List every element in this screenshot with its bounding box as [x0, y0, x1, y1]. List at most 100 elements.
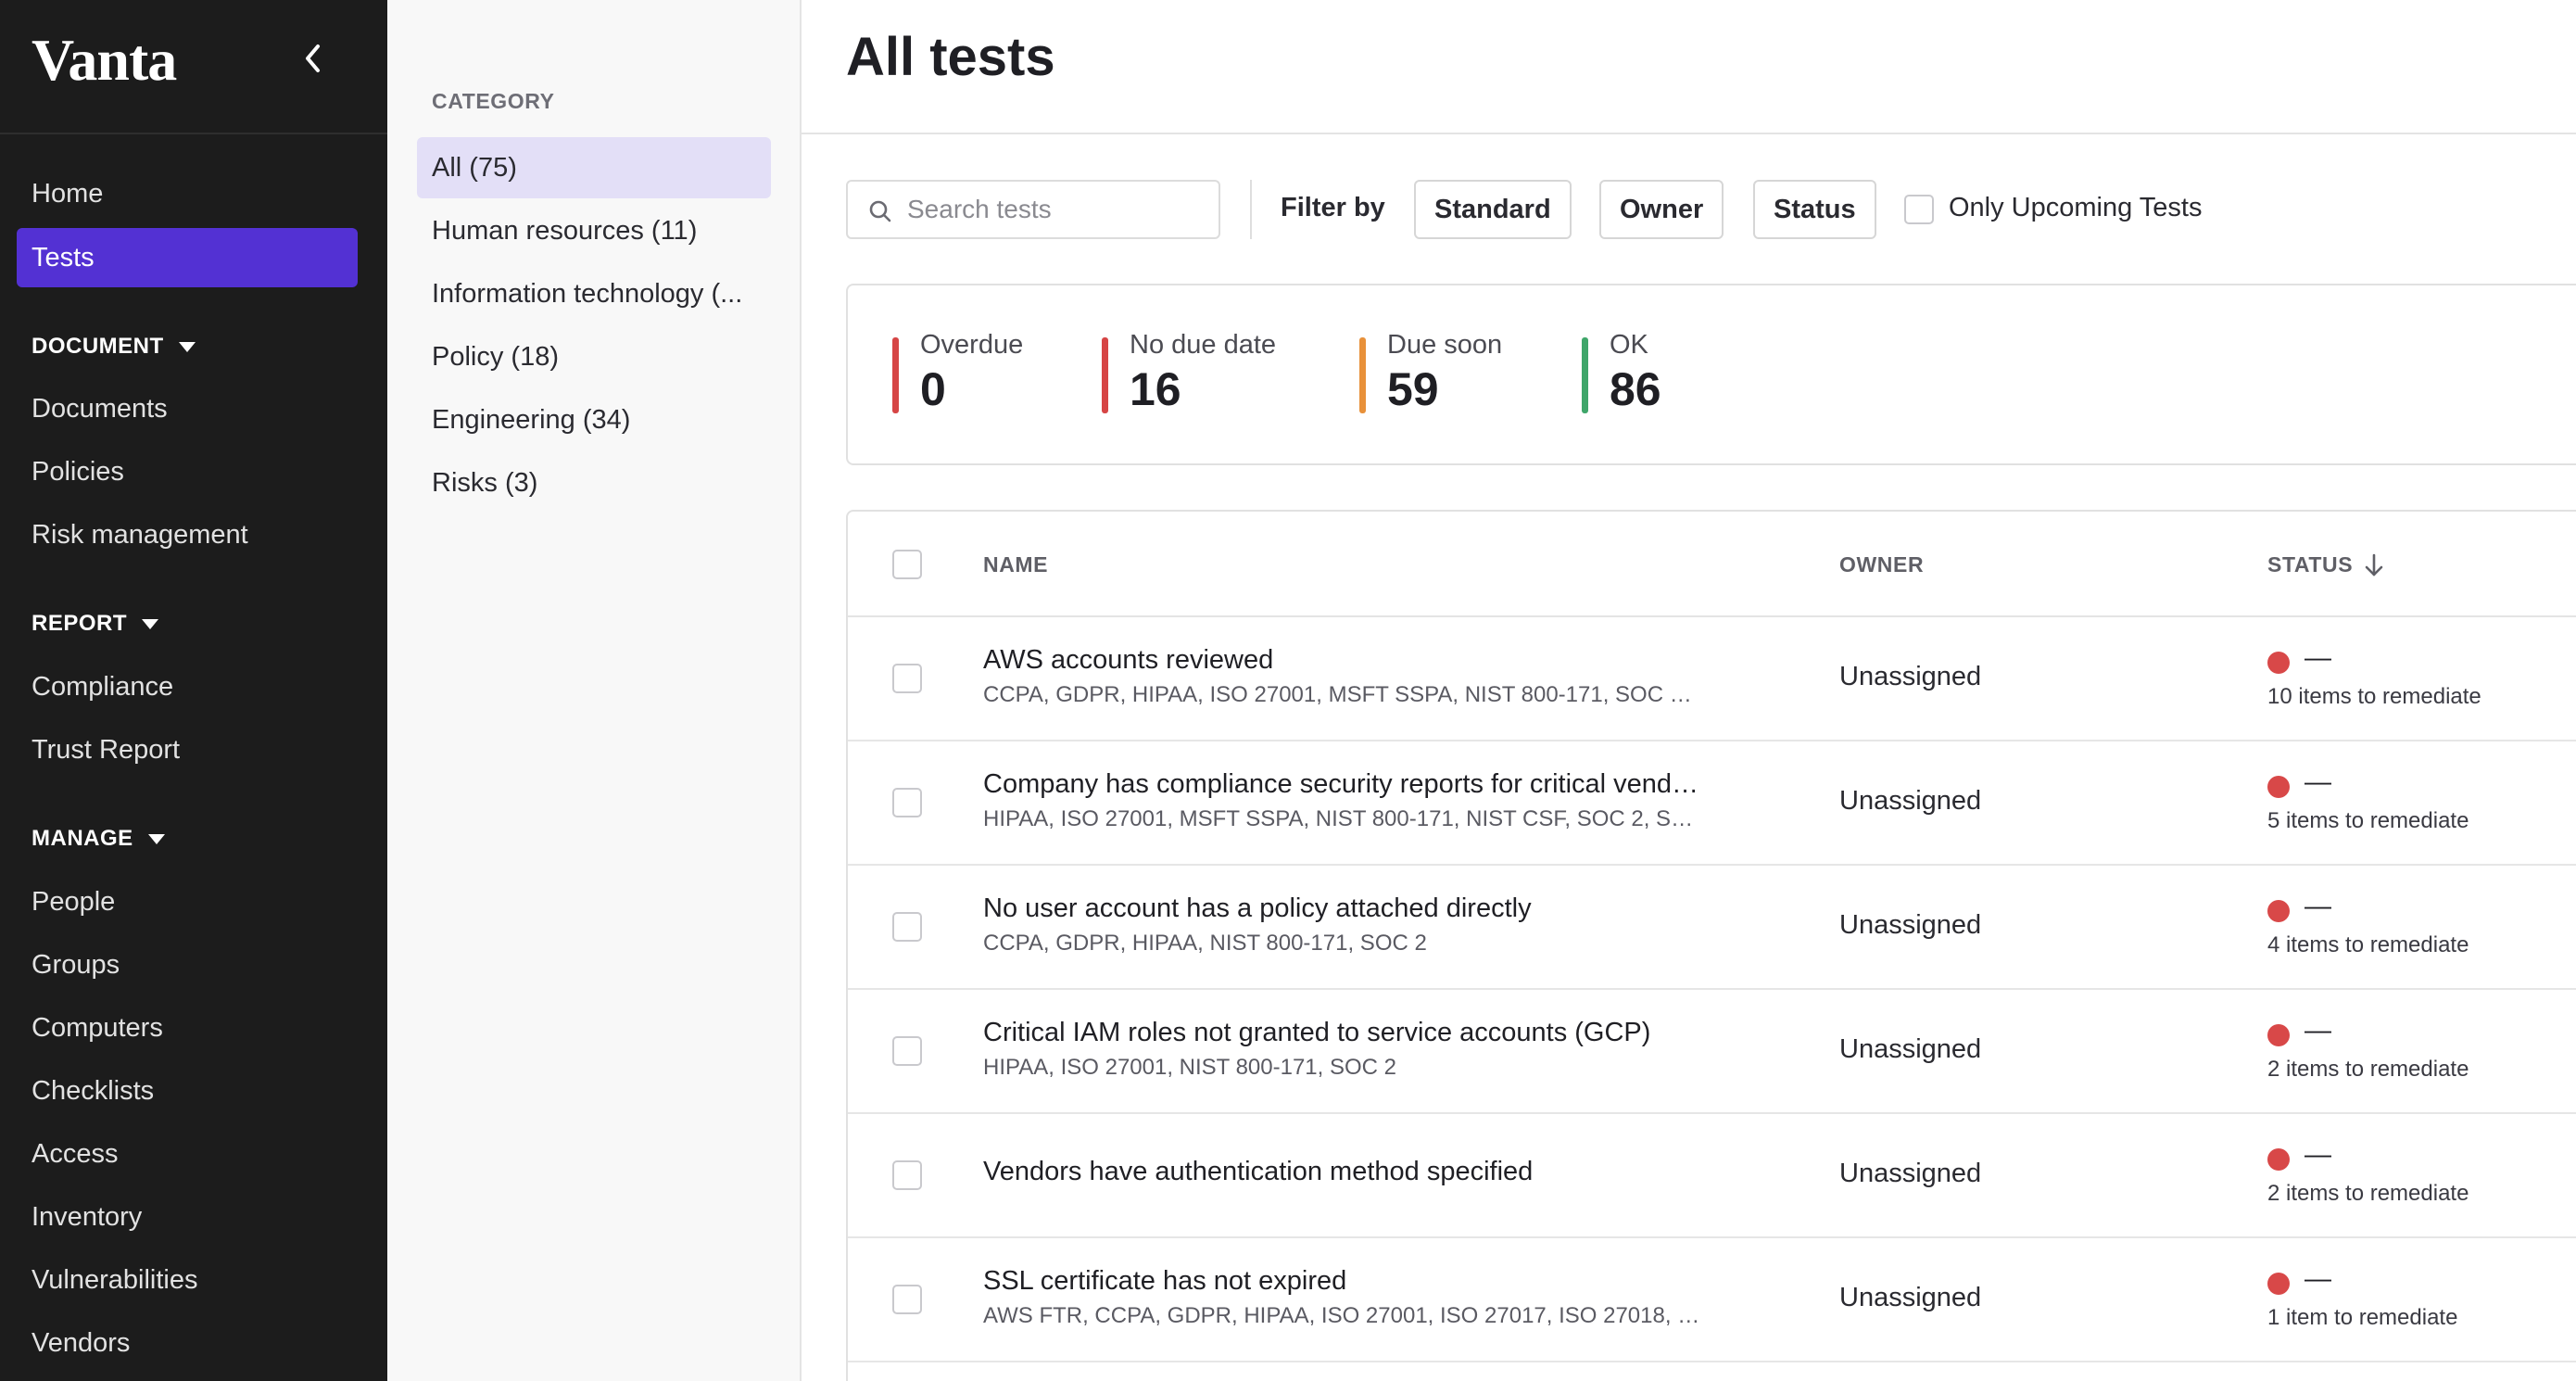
stat-ok[interactable]: OK 86 — [1582, 330, 1661, 415]
sidebar-item-risk-management[interactable]: Risk management — [17, 505, 358, 564]
sidebar-item-computers[interactable]: Computers — [17, 998, 358, 1058]
sidebar-item-policies[interactable]: Policies — [17, 442, 358, 501]
section-title: MANAGE — [32, 826, 133, 851]
remediation-count: 2 items to remediate — [2267, 1057, 2469, 1082]
stat-no-due-date[interactable]: No due date 16 — [1102, 330, 1276, 415]
row-checkbox[interactable] — [892, 664, 922, 693]
status-dot-icon — [2267, 1024, 2290, 1046]
only-upcoming-label[interactable]: Only Upcoming Tests — [1949, 193, 2202, 223]
test-name[interactable]: Vendors have authentication method speci… — [983, 1157, 1533, 1187]
table-row[interactable]: Vendors have authentication method speci… — [848, 1114, 2576, 1238]
column-header-name[interactable]: NAME — [983, 552, 1048, 577]
category-item-human-resources[interactable]: Human resources (11) — [417, 200, 771, 261]
column-header-status[interactable]: STATUS — [2267, 552, 2384, 577]
row-checkbox[interactable] — [892, 1036, 922, 1066]
stat-label: Overdue — [920, 330, 1024, 360]
section-header-document[interactable]: DOCUMENT — [32, 334, 196, 360]
category-item-risks[interactable]: Risks (3) — [417, 452, 771, 513]
column-label: OWNER — [1839, 552, 1925, 576]
caret-down-icon — [142, 618, 159, 629]
status-value: — — [2305, 1264, 2331, 1294]
row-checkbox[interactable] — [892, 1160, 922, 1190]
status-value: — — [2305, 1140, 2331, 1170]
sidebar-item-vendors[interactable]: Vendors — [17, 1313, 358, 1373]
page-title: All tests — [846, 27, 1055, 87]
stat-overdue[interactable]: Overdue 0 — [892, 330, 1023, 415]
status-value: — — [2305, 767, 2331, 797]
test-name[interactable]: Company has compliance security reports … — [983, 769, 1704, 800]
caret-down-icon — [147, 833, 165, 844]
test-owner[interactable]: Unassigned — [1839, 662, 1981, 692]
row-checkbox[interactable] — [892, 912, 922, 942]
category-item-information-technology[interactable]: Information technology (... — [417, 263, 771, 324]
test-status-summary: Overdue 0 No due date 16 Due soon 59 OK … — [846, 284, 2576, 465]
filter-by-label: Filter by — [1281, 193, 1385, 222]
stat-color-bar — [1359, 337, 1366, 413]
sidebar-item-access[interactable]: Access — [17, 1124, 358, 1184]
table-row[interactable]: AWS accounts reviewed CCPA, GDPR, HIPAA,… — [848, 617, 2576, 741]
stat-value: 86 — [1610, 363, 1661, 415]
table-row[interactable]: SSL certificate has not expired AWS FTR,… — [848, 1238, 2576, 1362]
only-upcoming-checkbox[interactable] — [1904, 195, 1934, 224]
category-title: CATEGORY — [432, 89, 555, 113]
table-header: NAME OWNER STATUS — [848, 512, 2576, 617]
table-row[interactable]: Company has compliance security reports … — [848, 741, 2576, 866]
category-item-engineering[interactable]: Engineering (34) — [417, 389, 771, 450]
table-row[interactable]: No user account has a policy attached di… — [848, 866, 2576, 990]
stat-value: 0 — [920, 363, 946, 415]
table-row[interactable]: Critical IAM roles not granted to servic… — [848, 990, 2576, 1114]
test-owner[interactable]: Unassigned — [1839, 1034, 1981, 1065]
stat-value: 59 — [1387, 363, 1439, 415]
test-owner[interactable]: Unassigned — [1839, 1159, 1981, 1189]
stat-color-bar — [1582, 337, 1588, 413]
test-name[interactable]: No user account has a policy attached di… — [983, 893, 1532, 924]
sidebar-item-vulnerabilities[interactable]: Vulnerabilities — [17, 1250, 358, 1310]
filter-status-button[interactable]: Status — [1753, 180, 1876, 239]
remediation-count: 10 items to remediate — [2267, 684, 2481, 709]
sidebar-item-tests[interactable]: Tests — [17, 228, 358, 287]
filter-owner-button[interactable]: Owner — [1599, 180, 1724, 239]
section-header-report[interactable]: REPORT — [32, 611, 159, 637]
test-standards: HIPAA, ISO 27001, NIST 800-171, SOC 2 — [983, 1055, 1397, 1080]
row-checkbox[interactable] — [892, 1285, 922, 1314]
stat-label: Due soon — [1387, 330, 1503, 360]
remediation-count: 5 items to remediate — [2267, 808, 2469, 833]
stat-due-soon[interactable]: Due soon 59 — [1359, 330, 1502, 415]
test-name[interactable]: Critical IAM roles not granted to servic… — [983, 1018, 1650, 1048]
sidebar-item-checklists[interactable]: Checklists — [17, 1061, 358, 1121]
sidebar-item-compliance[interactable]: Compliance — [17, 657, 358, 716]
column-label: NAME — [983, 552, 1049, 576]
status-dot-icon — [2267, 776, 2290, 798]
category-item-policy[interactable]: Policy (18) — [417, 326, 771, 387]
main-content: All tests Filter by Standard Owner Statu… — [802, 0, 2576, 1381]
stat-value: 16 — [1130, 363, 1181, 415]
section-header-manage[interactable]: MANAGE — [32, 826, 165, 852]
sidebar-item-documents[interactable]: Documents — [17, 379, 358, 438]
test-owner[interactable]: Unassigned — [1839, 910, 1981, 941]
filter-standard-button[interactable]: Standard — [1414, 180, 1572, 239]
category-panel: CATEGORY All (75) Human resources (11) I… — [387, 0, 802, 1381]
section-title: DOCUMENT — [32, 334, 164, 359]
sidebar-item-trust-report[interactable]: Trust Report — [17, 720, 358, 779]
vanta-logo[interactable]: Vanta — [32, 26, 177, 95]
sidebar-item-inventory[interactable]: Inventory — [17, 1187, 358, 1247]
search-box[interactable] — [846, 180, 1220, 239]
status-dot-icon — [2267, 652, 2290, 674]
test-owner[interactable]: Unassigned — [1839, 1283, 1981, 1313]
status-value: — — [2305, 892, 2331, 921]
sidebar-item-people[interactable]: People — [17, 872, 358, 931]
search-input[interactable] — [907, 189, 1204, 230]
row-checkbox[interactable] — [892, 788, 922, 817]
stat-color-bar — [1102, 337, 1108, 413]
sidebar-item-home[interactable]: Home — [17, 164, 358, 223]
test-name[interactable]: AWS accounts reviewed — [983, 645, 1273, 676]
sidebar-item-groups[interactable]: Groups — [17, 935, 358, 995]
status-dot-icon — [2267, 900, 2290, 922]
select-all-checkbox[interactable] — [892, 550, 922, 579]
category-item-all[interactable]: All (75) — [417, 137, 771, 198]
test-owner[interactable]: Unassigned — [1839, 786, 1981, 817]
column-header-owner[interactable]: OWNER — [1839, 552, 1924, 577]
collapse-sidebar-button[interactable] — [295, 35, 332, 82]
sort-descending-icon — [2365, 553, 2383, 576]
test-name[interactable]: SSL certificate has not expired — [983, 1266, 1346, 1297]
